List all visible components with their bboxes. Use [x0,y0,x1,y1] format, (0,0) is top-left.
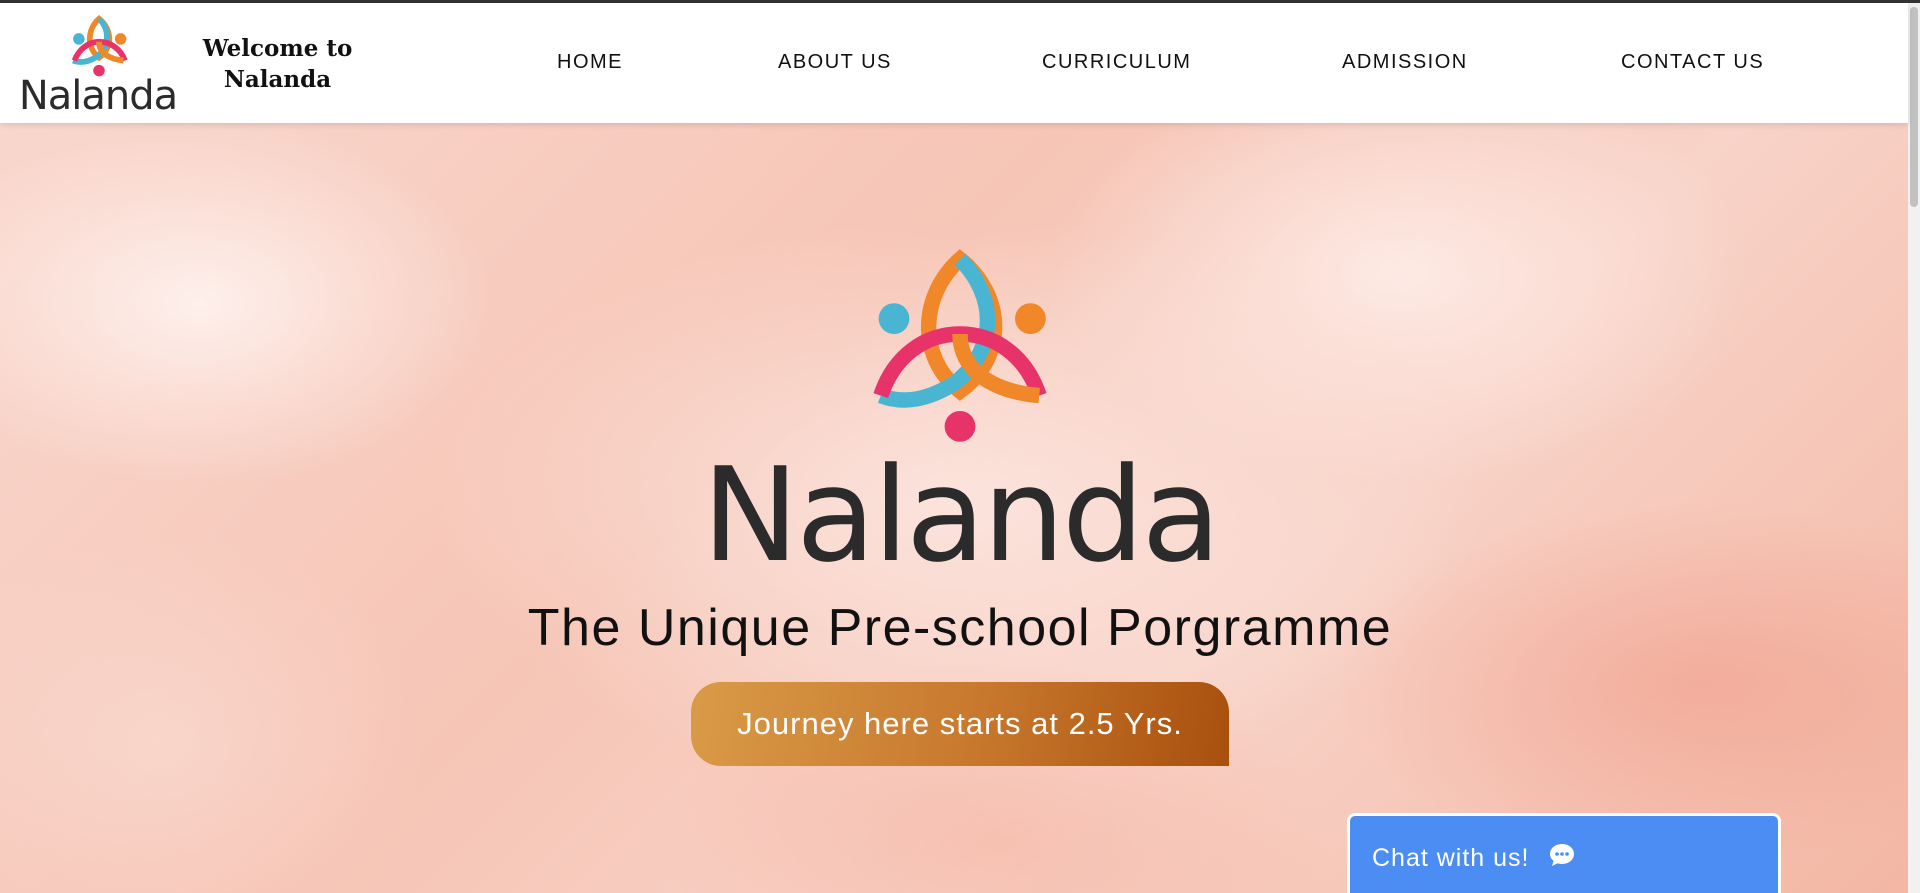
hero-wordmark: Nalanda [701,439,1221,591]
age-cta-button[interactable]: Journey here starts at 2.5 Yrs. [691,682,1229,766]
hero-tagline: The Unique Pre-school Porgramme [527,599,1393,657]
header-logo-wordmark: Nalanda [18,73,178,119]
nav-contact-us[interactable]: CONTACT US [1621,51,1764,81]
header-logo[interactable]: Nalanda [18,13,178,119]
scrollbar-thumb[interactable] [1910,7,1918,207]
nav-home[interactable]: HOME [557,51,623,81]
age-cta-label: Journey here starts at 2.5 Yrs. [737,706,1183,741]
chat-label: Chat with us! [1372,844,1530,872]
chat-bubble-icon [1550,844,1574,866]
welcome-text: Welcome to Nalanda [202,35,353,93]
nav-admission[interactable]: ADMISSION [1342,51,1468,81]
site-header: Nalanda Welcome to Nalanda HOME ABOUT US… [0,3,1908,123]
nav-about-us[interactable]: ABOUT US [778,51,892,81]
nav-curriculum[interactable]: CURRICULUM [1042,51,1191,81]
page-scrollbar[interactable] [1908,3,1920,893]
chat-widget-button[interactable]: Chat with us! [1347,813,1781,893]
hero-logo-icon [873,249,1047,442]
